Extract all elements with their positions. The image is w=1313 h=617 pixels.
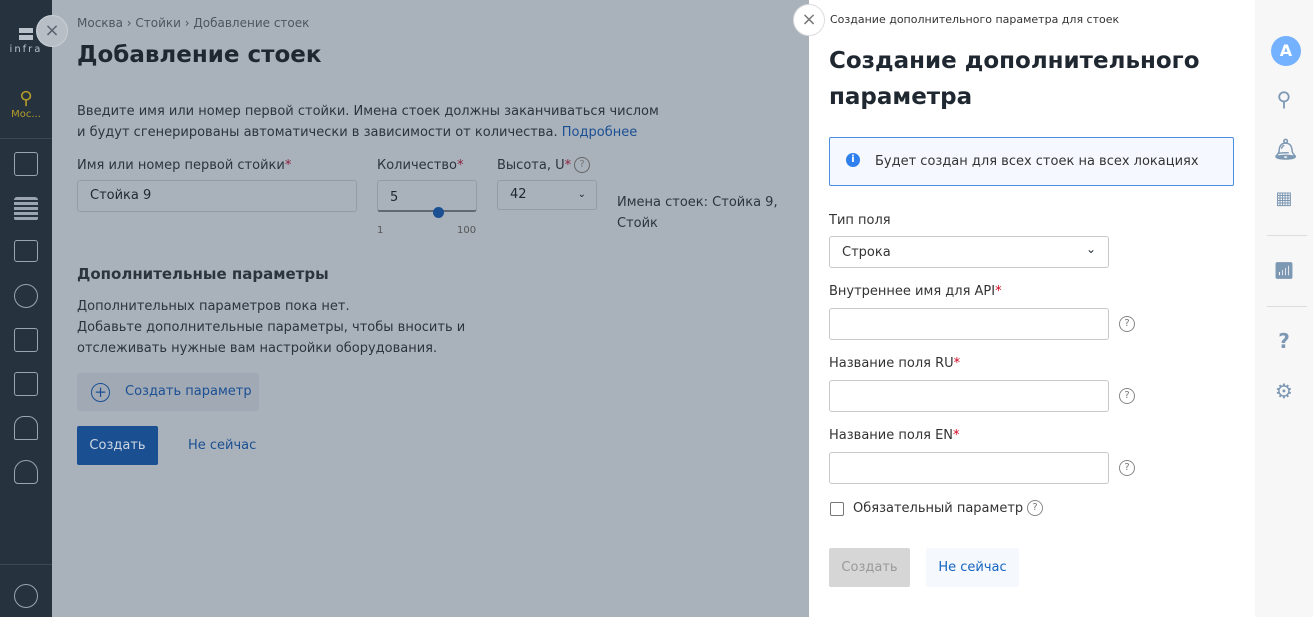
bell-icon[interactable]: 🔔︎ [1273, 138, 1298, 160]
rooms-icon[interactable] [14, 416, 38, 440]
chevron-down-icon: ⌄ [1085, 242, 1096, 256]
divider [0, 564, 52, 565]
racks-icon[interactable] [14, 197, 38, 221]
side-panel: Создание дополнительного параметра для с… [809, 0, 1255, 617]
intro-text: Введите имя или номер первой стойки. Име… [77, 104, 659, 119]
menu-icon [19, 28, 33, 40]
qty-label: Количество* [377, 158, 464, 173]
power-icon[interactable] [14, 284, 38, 308]
location-selector[interactable]: ⚲ Мос... [0, 88, 52, 120]
panel-create-button[interactable]: Создать [829, 548, 910, 587]
api-label: Внутреннее имя для API* [829, 284, 1002, 299]
name-input[interactable]: Стойка 9 [77, 180, 357, 212]
help-icon[interactable]: ? [1273, 330, 1295, 352]
location-label: Мос... [11, 109, 41, 120]
location-pin-icon: ⚲ [19, 88, 33, 109]
page-title: Добавление стоек [77, 42, 322, 68]
create-button[interactable]: Создать [77, 426, 158, 465]
logo-text: infra [9, 44, 43, 55]
height-label: Высота, U* [497, 158, 572, 173]
breadcrumb[interactable]: Москва › Стойки › Добавление стоек [77, 16, 309, 30]
servers-icon[interactable] [14, 240, 38, 262]
name-label: Имя или номер первой стойки* [77, 158, 292, 173]
qty-min: 1 [377, 225, 384, 236]
qty-max: 100 [457, 225, 477, 236]
help-icon[interactable]: ? [574, 157, 590, 173]
name-en-input[interactable] [829, 452, 1109, 484]
names-preview: Имена стоек: Стойка 9, Стойк [617, 195, 778, 231]
help-icon[interactable]: ? [1027, 500, 1043, 516]
height-select[interactable]: 42 ⌄ [497, 180, 597, 210]
info-text: Будет создан для всех стоек на всех лока… [875, 154, 1199, 169]
info-icon: i [846, 153, 860, 167]
user-icon[interactable] [14, 460, 38, 484]
divider [1267, 306, 1307, 307]
ru-label: Название поля RU* [829, 356, 961, 371]
en-label: Название поля EN* [829, 428, 960, 443]
required-label: Обязательный параметр [853, 501, 1024, 516]
empty-text: Дополнительных параметров пока нет. [77, 299, 350, 314]
sidebar: infra ⚲ Мос... [0, 0, 52, 617]
info-banner: i Будет создан для всех стоек на всех ло… [829, 137, 1234, 186]
panel-title: Создание дополнительного параметра [829, 48, 1200, 110]
qty-slider-handle[interactable] [432, 207, 444, 218]
floor-plan-icon[interactable] [14, 152, 38, 176]
qty-input[interactable]: 5 [377, 180, 477, 212]
panel-not-now-button[interactable]: Не сейчас [926, 548, 1019, 587]
close-panel-icon[interactable]: × [793, 4, 825, 36]
plus-icon: + [91, 383, 110, 402]
right-rail: A ⚲ 🔔︎ ▦ 📶︎ ? ⚙ [1255, 0, 1313, 617]
create-param-button[interactable]: + Создать параметр [77, 373, 259, 411]
storage-icon[interactable] [14, 372, 38, 396]
api-name-input[interactable] [829, 308, 1109, 340]
section-title: Дополнительные параметры [77, 265, 329, 283]
close-icon[interactable]: × [36, 15, 68, 47]
panel-breadcrumb: Создание дополнительного параметра для с… [830, 13, 1120, 26]
main-content: Москва › Стойки › Добавление стоек Добав… [52, 0, 809, 617]
not-now-button[interactable]: Не сейчас [188, 438, 256, 453]
collapse-icon[interactable] [14, 584, 38, 608]
avatar[interactable]: A [1271, 36, 1301, 66]
help-icon[interactable]: ? [1119, 316, 1135, 332]
empty-text: отслеживать нужные вам настройки оборудо… [77, 341, 438, 356]
required-checkbox[interactable] [830, 502, 844, 516]
type-label: Тип поля [829, 213, 891, 228]
empty-text: Добавьте дополнительные параметры, чтобы… [77, 320, 466, 335]
divider [1267, 235, 1307, 236]
help-icon[interactable]: ? [1119, 460, 1135, 476]
more-link[interactable]: Подробнее [562, 125, 637, 140]
create-param-label: Создать параметр [125, 384, 252, 399]
type-select[interactable]: Строка ⌄ [829, 236, 1109, 268]
network-icon[interactable] [14, 328, 38, 352]
chevron-down-icon: ⌄ [577, 189, 586, 200]
apps-grid-icon[interactable]: ▦ [1273, 188, 1295, 210]
help-icon[interactable]: ? [1119, 388, 1135, 404]
divider [0, 138, 52, 139]
intro-text: и будут сгенерированы автоматически в за… [77, 125, 638, 140]
analytics-icon[interactable]: 📶︎ [1273, 260, 1295, 282]
search-icon[interactable]: ⚲ [1273, 88, 1295, 110]
gear-icon[interactable]: ⚙ [1273, 380, 1295, 402]
name-ru-input[interactable] [829, 380, 1109, 412]
